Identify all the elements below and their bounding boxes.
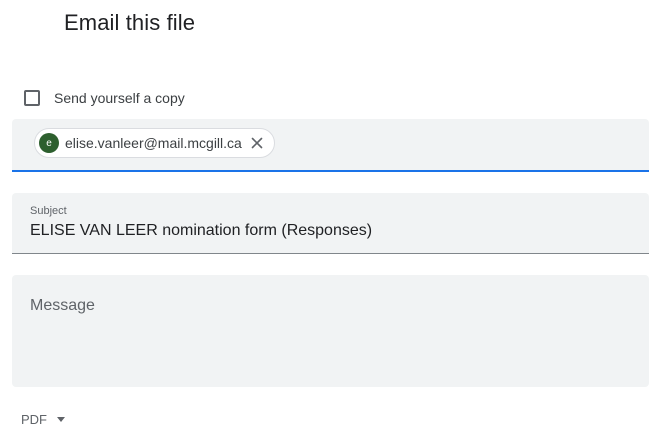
recipient-email: elise.vanleer@mail.mcgill.ca <box>65 135 242 151</box>
send-copy-option[interactable]: Send yourself a copy <box>24 87 185 109</box>
subject-input[interactable]: ELISE VAN LEER nomination form (Response… <box>30 222 372 240</box>
caret-down-icon <box>57 417 65 422</box>
subject-field[interactable]: Subject ELISE VAN LEER nomination form (… <box>12 193 649 254</box>
send-copy-label: Send yourself a copy <box>54 90 185 106</box>
attachment-format-select[interactable]: PDF <box>21 412 65 427</box>
subject-label: Subject <box>30 205 67 217</box>
message-placeholder: Message <box>30 297 95 314</box>
recipient-chip[interactable]: e elise.vanleer@mail.mcgill.ca <box>34 128 275 158</box>
recipient-avatar: e <box>39 133 59 153</box>
dialog-title: Email this file <box>64 10 196 35</box>
close-icon[interactable] <box>248 134 266 152</box>
attachment-format-value: PDF <box>21 412 47 427</box>
send-copy-checkbox[interactable] <box>24 90 40 106</box>
recipients-field[interactable]: e elise.vanleer@mail.mcgill.ca <box>12 119 649 172</box>
message-field[interactable]: Message <box>12 275 649 387</box>
